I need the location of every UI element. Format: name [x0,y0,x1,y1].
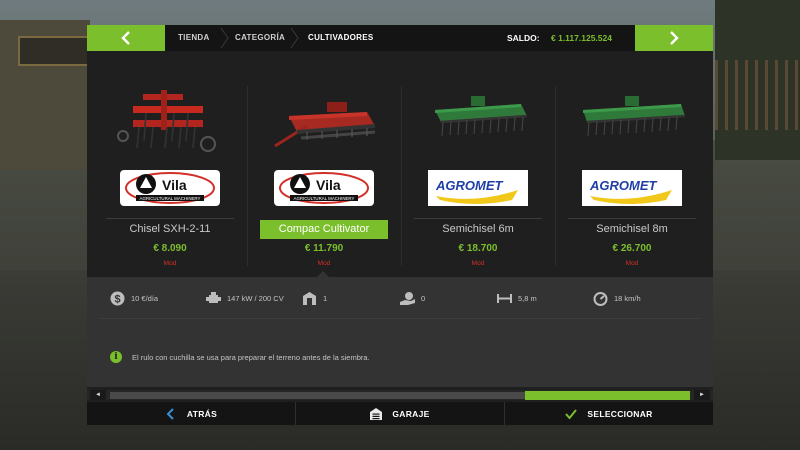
next-page-button[interactable] [635,25,713,51]
scroll-left-button[interactable]: ◄ [90,390,106,400]
item-description: El rulo con cuchilla se usa para prepara… [132,352,370,362]
shop-item-4[interactable]: AGROMET Semichisel 8m € 26.700 Mod [555,80,709,270]
shop-item-3[interactable]: AGROMET Semichisel 6m € 18.700 Mod [401,80,555,270]
item-price: € 11.790 [304,243,344,254]
shop-item-2[interactable]: Vila AGRICULTURAL MACHINERY Compac Culti… [247,80,401,270]
agromet-logo: AGROMET [426,168,530,208]
svg-text:Vila: Vila [316,177,341,193]
chevron-right-icon [670,31,679,45]
info-icon: i [110,351,122,363]
shop-item-1[interactable]: Vila AGRICULTURAL MACHINERY Chisel SXH-2… [93,80,247,270]
garage-button[interactable]: GARAJE [296,402,504,425]
chevron-left-icon [166,407,174,420]
svg-text:AGRICULTURAL MACHINERY: AGRICULTURAL MACHINERY [294,196,355,201]
barn-icon [303,291,316,305]
spec-capacity: 1 [302,290,327,306]
spec-income: 0 [400,290,425,306]
svg-text:AGROMET: AGROMET [435,178,504,193]
svg-text:AGRICULTURAL MACHINERY: AGRICULTURAL MACHINERY [140,196,201,201]
semichisel-image [435,96,528,137]
select-button[interactable]: SELECCIONAR [505,402,713,425]
item-name: Compac Cultivator [260,220,388,239]
mod-tag: Mod [471,260,485,267]
item-price: € 8.090 [153,243,187,254]
mod-tag: Mod [625,260,639,267]
description-row: i El rulo con cuchilla se usa para prepa… [110,350,370,364]
speedometer-icon [593,291,608,306]
spec-power: 147 kW / 200 CV [206,290,284,306]
chisel-image [117,90,216,152]
garage-icon [370,407,383,420]
spec-working-width: 5,8 m [497,290,537,306]
width-icon [497,293,512,303]
chevron-left-icon [121,31,130,45]
breadcrumb-category[interactable]: CATEGORÍA [235,25,285,51]
balance-label: SALDO: [507,33,540,43]
hand-money-icon [400,291,415,305]
vila-logo: Vila AGRICULTURAL MACHINERY [118,168,222,208]
cultivator-image [274,102,376,148]
svg-text:$: $ [114,293,120,305]
breadcrumb-separator [288,25,302,51]
engine-icon [206,291,221,303]
breadcrumb-shop[interactable]: TIENDA [178,25,210,51]
breadcrumb-current: CULTIVADORES [308,33,374,42]
mod-tag: Mod [317,260,331,267]
dollar-coin-icon: $ [110,291,125,305]
previous-page-button[interactable] [87,25,165,51]
item-name: Semichisel 8m [596,223,668,235]
item-price: € 26.700 [612,243,652,254]
svg-text:AGROMET: AGROMET [589,178,658,193]
breadcrumb-separator [218,25,232,51]
spec-speed: 18 km/h [593,290,641,306]
semichisel-image [583,96,686,137]
balance-value: € 1.117.125.524 [551,33,612,43]
vila-logo: Vila AGRICULTURAL MACHINERY [272,168,376,208]
item-name: Chisel SXH-2-11 [129,223,211,235]
checkmark-icon [565,408,578,420]
item-name: Semichisel 6m [442,223,514,235]
agromet-logo: AGROMET [580,168,684,208]
svg-text:Vila: Vila [162,177,187,193]
spec-maintenance: $ 10 €/día [110,290,158,306]
back-button[interactable]: ATRÁS [87,402,295,425]
item-price: € 18.700 [458,243,498,254]
scroll-thumb[interactable] [525,391,690,400]
mod-tag: Mod [163,260,177,267]
scroll-right-button[interactable]: ► [694,390,710,400]
selection-pointer [317,271,329,277]
